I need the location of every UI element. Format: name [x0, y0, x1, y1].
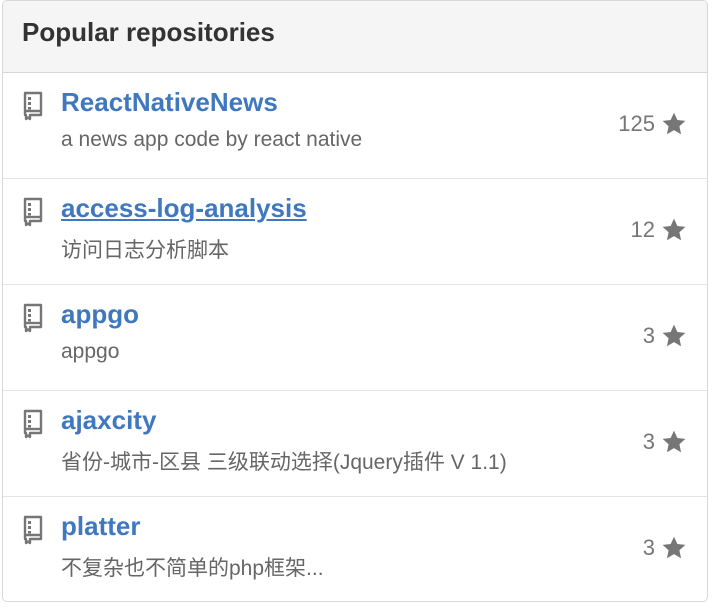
repo-book-icon: [23, 197, 43, 227]
star-icon: [662, 218, 686, 241]
repo-name-link[interactable]: platter: [61, 511, 140, 542]
star-count: 12: [630, 217, 655, 242]
repo-book-icon: [23, 303, 43, 333]
repo-list-item: appgo appgo 3: [3, 285, 707, 391]
star-count: 3: [642, 323, 655, 348]
repo-description: a news app code by react native: [61, 128, 363, 151]
repo-description: 不复杂也不简单的php框架...: [61, 557, 324, 580]
repo-list: ReactNativeNews a news app code by react…: [3, 73, 707, 601]
repo-description: appgo: [61, 340, 120, 363]
star-count: 3: [642, 429, 655, 454]
repo-description: 访问日志分析脚本: [61, 239, 229, 262]
panel-header: Popular repositories: [3, 1, 707, 73]
star-icon: [662, 430, 686, 453]
repo-list-item: platter 不复杂也不简单的php框架... 3: [3, 497, 707, 601]
repo-list-item: ajaxcity 省份-城市-区县 三级联动选择(Jquery插件 V 1.1)…: [3, 391, 707, 497]
repo-name-link[interactable]: appgo: [61, 299, 139, 330]
repo-stars[interactable]: 12: [631, 217, 687, 243]
star-count: 125: [618, 111, 655, 136]
popular-repositories-panel: Popular repositories ReactNativeNews a n…: [2, 0, 708, 602]
repo-name-link[interactable]: ReactNativeNews: [61, 87, 278, 118]
repo-stars[interactable]: 3: [643, 429, 687, 455]
repo-description: 省份-城市-区县 三级联动选择(Jquery插件 V 1.1): [61, 451, 507, 474]
star-count: 3: [642, 535, 655, 560]
repo-name-link[interactable]: ajaxcity: [61, 405, 156, 436]
repo-book-icon: [23, 409, 43, 439]
star-icon: [662, 112, 686, 135]
repo-book-icon: [23, 515, 43, 545]
repo-stars[interactable]: 3: [643, 535, 687, 561]
repo-list-item: access-log-analysis 访问日志分析脚本 12: [3, 179, 707, 285]
star-icon: [662, 324, 686, 347]
repo-stars[interactable]: 125: [618, 111, 687, 137]
repo-name-link[interactable]: access-log-analysis: [61, 193, 307, 224]
repo-book-icon: [23, 91, 43, 121]
panel-title: Popular repositories: [22, 17, 275, 47]
star-icon: [662, 536, 686, 559]
repo-stars[interactable]: 3: [643, 323, 687, 349]
repo-list-item: ReactNativeNews a news app code by react…: [3, 73, 707, 179]
